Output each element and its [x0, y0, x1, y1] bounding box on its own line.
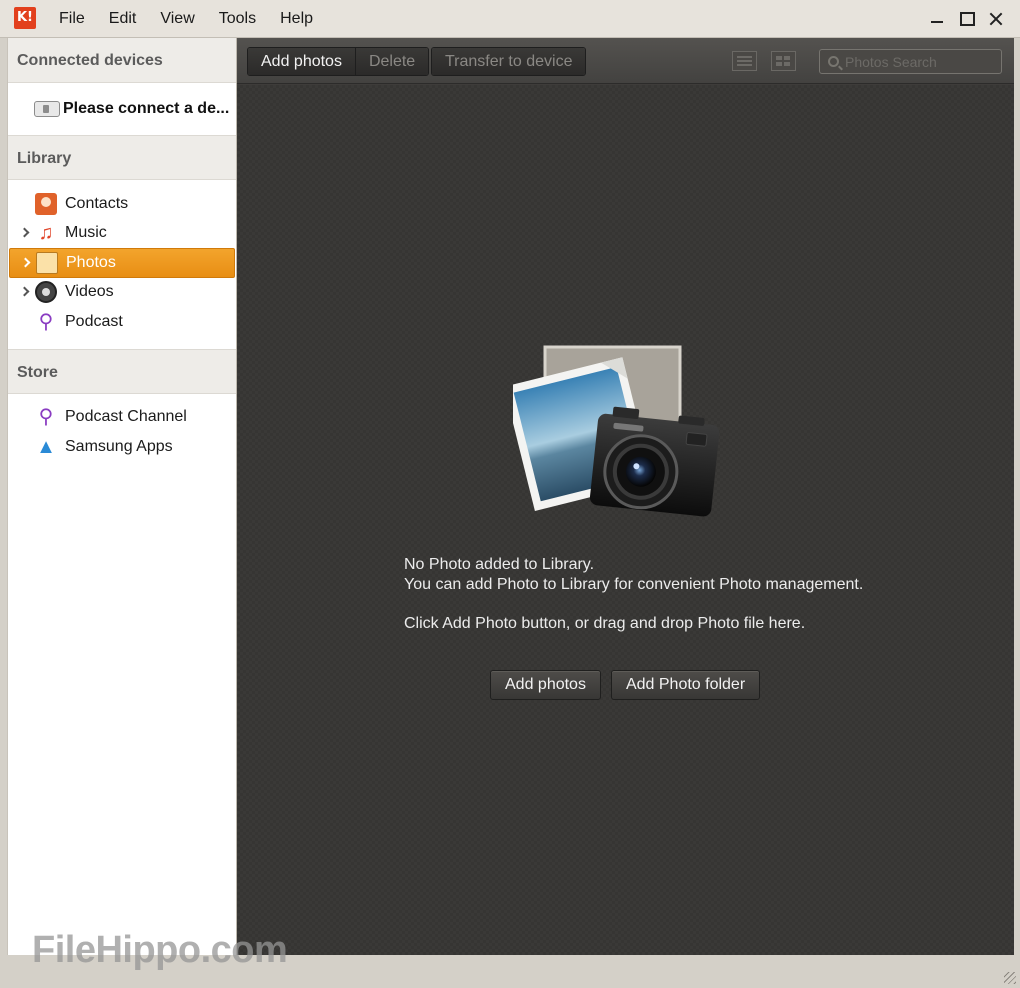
device-prompt-label: Please connect a de...	[63, 100, 230, 117]
transfer-to-device-button[interactable]: Transfer to device	[432, 48, 586, 75]
chevron-right-icon[interactable]	[19, 286, 30, 296]
empty-state-message: No Photo added to Library. You can add P…	[404, 555, 863, 634]
transfer-group: Transfer to device	[431, 47, 587, 76]
photo-actions-group: Add photos Delete	[247, 47, 430, 76]
empty-state-actions: Add photos Add Photo folder	[490, 670, 761, 700]
search-box	[819, 49, 1002, 74]
chevron-right-icon[interactable]	[20, 257, 31, 268]
chevron-right-icon[interactable]	[19, 227, 30, 237]
sidebar-item-podcast[interactable]: ⚲ Podcast	[9, 307, 235, 337]
delete-button[interactable]: Delete	[355, 48, 429, 75]
title-bar: K! File Edit View Tools Help	[0, 0, 1020, 38]
photo-camera-illustration	[513, 345, 720, 517]
sidebar-item-samsung-apps[interactable]: ▲ Samsung Apps	[9, 432, 235, 462]
library-header: Library	[8, 135, 236, 180]
videos-icon	[35, 281, 57, 304]
sidebar: Connected devices Please connect a de...…	[7, 38, 237, 955]
sidebar-item-photos[interactable]: Photos	[9, 248, 235, 278]
view-toggle	[732, 51, 796, 71]
sidebar-item-label: Podcast Channel	[65, 408, 187, 426]
sidebar-item-videos[interactable]: Videos	[9, 278, 235, 308]
search-input[interactable]	[845, 53, 995, 70]
window-controls	[923, 0, 1010, 38]
toolbar: Add photos Delete Transfer to device	[237, 38, 1014, 84]
menu-bar: File Edit View Tools Help	[46, 0, 325, 38]
list-view-icon[interactable]	[732, 51, 757, 71]
add-photo-folder-button[interactable]: Add Photo folder	[610, 670, 761, 700]
sidebar-item-label: Podcast	[65, 312, 123, 330]
library-list: Contacts ♫ Music Photos Videos ⚲ Podcast	[8, 180, 236, 349]
sidebar-item-label: Photos	[66, 253, 116, 271]
empty-state-line3: Click Add Photo button, or drag and drop…	[404, 615, 806, 632]
resize-grip-icon[interactable]	[1004, 972, 1016, 984]
sidebar-item-contacts[interactable]: Contacts	[9, 189, 235, 219]
empty-state-line1: No Photo added to Library.	[404, 556, 595, 573]
sidebar-item-label: Videos	[65, 283, 114, 301]
sidebar-item-label: Music	[65, 224, 107, 242]
main-panel: Add photos Delete Transfer to device Pho…	[237, 38, 1014, 955]
menu-tools[interactable]: Tools	[207, 0, 268, 38]
sidebar-item-music[interactable]: ♫ Music	[9, 219, 235, 249]
maximize-icon[interactable]	[952, 0, 981, 38]
photo-drop-area[interactable]: No Photo added to Library. You can add P…	[237, 85, 1014, 955]
connected-devices-header: Connected devices	[8, 38, 236, 83]
menu-view[interactable]: View	[148, 0, 206, 38]
device-icon	[34, 101, 60, 117]
close-icon[interactable]	[981, 0, 1010, 38]
menu-help[interactable]: Help	[268, 0, 325, 38]
sidebar-item-podcast-channel[interactable]: ⚲ Podcast Channel	[9, 403, 235, 433]
sidebar-item-label: Contacts	[65, 194, 129, 212]
photos-icon	[36, 251, 58, 274]
contacts-icon	[35, 192, 57, 215]
store-header: Store	[8, 348, 236, 394]
sidebar-item-label: Samsung Apps	[65, 437, 173, 455]
device-prompt[interactable]: Please connect a de...	[8, 83, 236, 135]
watermark: FileHippo.com	[32, 929, 288, 971]
samsung-apps-icon: ▲	[36, 435, 56, 458]
add-photos-center-button[interactable]: Add photos	[490, 670, 601, 700]
search-icon	[828, 56, 839, 67]
add-photos-button[interactable]: Add photos	[248, 48, 356, 75]
minimize-icon[interactable]	[923, 0, 952, 38]
app-logo-icon: K!	[14, 7, 36, 29]
menu-file[interactable]: File	[47, 0, 97, 38]
menu-edit[interactable]: Edit	[97, 0, 149, 38]
empty-state-line2: You can add Photo to Library for conveni…	[404, 576, 864, 593]
podcast-icon: ⚲	[38, 310, 54, 333]
podcast-channel-icon: ⚲	[38, 406, 54, 429]
music-icon: ♫	[38, 222, 54, 245]
grid-view-icon[interactable]	[771, 51, 796, 71]
store-list: ⚲ Podcast Channel ▲ Samsung Apps	[8, 394, 236, 474]
